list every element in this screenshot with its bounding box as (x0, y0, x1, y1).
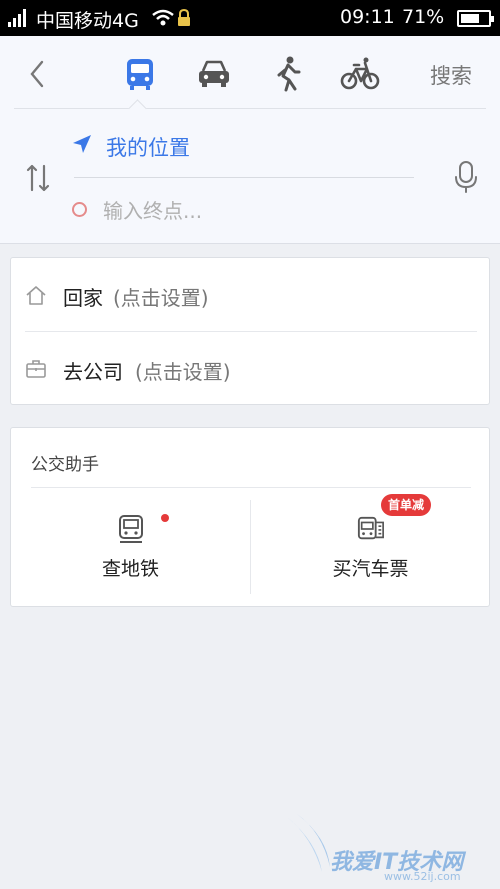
destination-dot-icon (72, 202, 87, 217)
assistant-title: 公交助手 (31, 455, 99, 475)
go-home-hint: (点击设置) (113, 286, 209, 310)
swap-icon[interactable] (22, 162, 54, 194)
favorites-card: 回家 (点击设置) 去公司 (点击设置) (10, 257, 490, 405)
briefcase-icon (26, 360, 46, 378)
carrier-name: 中国移动4G (36, 10, 139, 32)
search-button[interactable]: 搜索 (430, 60, 472, 90)
go-office-label: 去公司 (63, 360, 123, 384)
buy-bus-ticket-label: 买汽车票 (332, 558, 409, 580)
go-office-row[interactable]: 去公司 (点击设置) (11, 332, 489, 405)
check-subway-button[interactable]: 查地铁 (11, 500, 250, 594)
car-mode-icon[interactable] (194, 54, 234, 94)
go-home-row[interactable]: 回家 (点击设置) (11, 258, 489, 331)
microphone-icon[interactable] (454, 160, 478, 194)
buy-bus-ticket-button[interactable]: 首单减 买汽车票 (250, 494, 489, 594)
watermark: 我爱IT技术网 www.52ij.com (282, 808, 500, 889)
back-icon[interactable] (20, 56, 56, 92)
home-icon (26, 286, 46, 305)
battery-icon (457, 10, 494, 27)
wifi-icon (152, 9, 174, 26)
bus-ticket-icon (357, 516, 384, 540)
destination-input[interactable] (103, 196, 403, 226)
lock-icon (178, 8, 190, 26)
watermark-url: www.52ij.com (384, 870, 461, 883)
tab-divider (14, 108, 486, 109)
assistant-divider (31, 487, 471, 488)
walk-mode-icon[interactable] (268, 54, 308, 94)
go-home-label: 回家 (63, 286, 103, 310)
bus-mode-icon[interactable] (120, 54, 160, 94)
battery-fill (461, 14, 479, 23)
route-header: 搜索 我的位置 (0, 36, 500, 244)
field-divider (74, 177, 414, 178)
location-arrow-icon (73, 135, 91, 153)
clock: 09:11 (340, 6, 395, 28)
transit-assistant-card: 公交助手 查地铁 首单减 买汽车票 (10, 427, 490, 607)
start-location[interactable]: 我的位置 (106, 132, 190, 162)
signal-icon (8, 9, 30, 27)
go-office-hint: (点击设置) (135, 360, 231, 384)
bike-mode-icon[interactable] (340, 54, 380, 94)
status-bar: 中国移动4G 09:11 71% (0, 0, 500, 36)
selected-tab-indicator (128, 99, 147, 118)
subway-icon (119, 515, 143, 543)
battery-percent: 71% (402, 6, 445, 28)
notification-dot (161, 514, 169, 522)
promo-badge: 首单减 (381, 494, 432, 516)
check-subway-label: 查地铁 (101, 558, 159, 580)
